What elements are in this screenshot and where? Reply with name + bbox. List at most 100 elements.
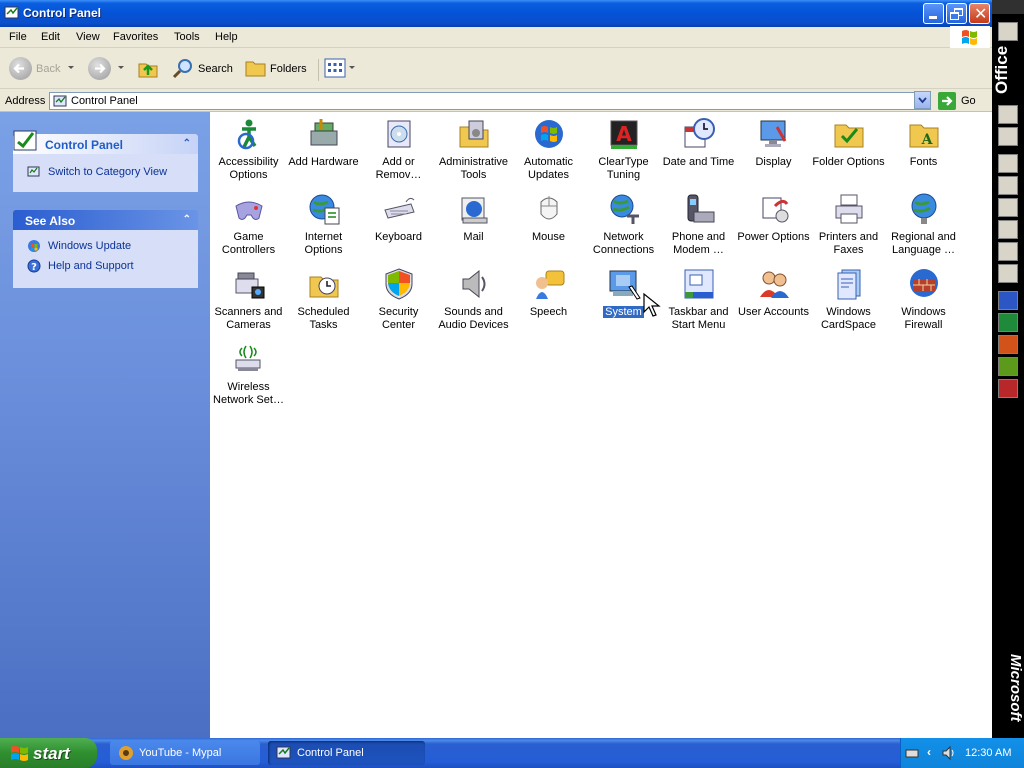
journal-icon[interactable] — [998, 242, 1018, 261]
calendar-icon[interactable] — [998, 176, 1018, 195]
views-icon[interactable] — [324, 58, 346, 78]
start-label: start — [33, 744, 70, 763]
cp-item-power[interactable]: Power Options — [736, 190, 811, 265]
cp-item-fonts[interactable]: A Fonts — [886, 115, 961, 190]
collapse-icon[interactable]: ⌃ — [183, 138, 191, 149]
windows-update-link[interactable]: Windows Update — [48, 240, 131, 252]
go-label[interactable]: Go — [961, 95, 976, 107]
cp-item-folder-options[interactable]: Folder Options — [811, 115, 886, 190]
cp-item-date-time[interactable]: Date and Time — [661, 115, 736, 190]
publisher-icon[interactable] — [998, 357, 1018, 376]
go-button[interactable] — [938, 92, 956, 110]
menu-file[interactable]: File — [9, 31, 27, 43]
office-folder-icon[interactable] — [998, 22, 1018, 41]
switch-to-category-view-link[interactable]: Switch to Category View — [48, 166, 167, 178]
cp-item-globe[interactable]: Regional and Language … — [886, 190, 961, 265]
search-icon[interactable] — [171, 56, 195, 80]
up-folder-icon[interactable] — [136, 56, 160, 80]
menu-view[interactable]: View — [76, 31, 100, 43]
cp-item-internet-options[interactable]: Internet Options — [286, 190, 361, 265]
task-control-panel[interactable]: Control Panel — [268, 741, 425, 765]
folders-button[interactable]: Folders — [270, 63, 307, 75]
minimize-button[interactable] — [923, 3, 944, 24]
forward-dropdown-icon[interactable] — [118, 66, 124, 69]
cp-item-taskbar[interactable]: Taskbar and Start Menu — [661, 265, 736, 340]
toolbar: Back Search Folders — [0, 49, 992, 89]
office-shortcut-bar: Office Microsoft — [992, 0, 1024, 738]
display-icon — [757, 117, 791, 151]
cp-item-cleartype[interactable]: A ClearType Tuning — [586, 115, 661, 190]
close-button[interactable]: ✕ — [969, 3, 990, 24]
cp-item-label: Taskbar and Start Menu — [668, 306, 729, 331]
wireless-icon — [232, 342, 266, 376]
cp-item-printer[interactable]: Printers and Faxes — [811, 190, 886, 265]
cp-item-administrative-tools[interactable]: Administrative Tools — [436, 115, 511, 190]
cp-item-wireless[interactable]: Wireless Network Set… — [211, 340, 286, 415]
network-icon — [607, 192, 641, 226]
control-panel-group-title: Control Panel — [45, 138, 124, 152]
cp-item-game-controller[interactable]: Game Controllers — [211, 190, 286, 265]
cp-item-label: Keyboard — [374, 231, 423, 243]
cp-item-add-hardware[interactable]: Add Hardware — [286, 115, 361, 190]
back-dropdown-icon[interactable] — [68, 66, 74, 69]
see-also-group-header[interactable]: See Also ⌃ — [13, 210, 198, 230]
mail-icon[interactable] — [998, 154, 1018, 173]
cp-item-automatic-updates[interactable]: Automatic Updates — [511, 115, 586, 190]
start-button[interactable]: start — [0, 738, 97, 768]
cp-item-speech[interactable]: Speech — [511, 265, 586, 340]
menu-tools[interactable]: Tools — [174, 31, 200, 43]
cp-item-keyboard[interactable]: Keyboard — [361, 190, 436, 265]
word-icon[interactable] — [998, 291, 1018, 310]
task-youtube-mypal[interactable]: YouTube - Mypal — [110, 741, 260, 765]
folder-options-icon — [832, 117, 866, 151]
cp-item-display[interactable]: Display — [736, 115, 811, 190]
forward-button[interactable] — [88, 57, 111, 80]
address-input[interactable]: Control Panel — [49, 92, 931, 110]
excel-icon[interactable] — [998, 313, 1018, 332]
access-icon[interactable] — [998, 379, 1018, 398]
volume-network-icon[interactable] — [941, 745, 959, 761]
cp-item-scanner[interactable]: Scanners and Cameras — [211, 265, 286, 340]
control-panel-group-header[interactable]: Control Panel ⌃ — [13, 130, 198, 154]
collapse-icon[interactable]: ⌃ — [183, 214, 191, 225]
show-hidden-icons-icon[interactable]: ‹ — [927, 745, 931, 759]
menu-favorites[interactable]: Favorites — [113, 31, 158, 43]
cp-item-mail[interactable]: Mail — [436, 190, 511, 265]
menu-edit[interactable]: Edit — [41, 31, 60, 43]
office-label: Office — [992, 45, 1011, 95]
cp-item-users[interactable]: User Accounts — [736, 265, 811, 340]
globe-icon — [907, 192, 941, 226]
back-button[interactable] — [9, 57, 32, 80]
help-and-support-link[interactable]: Help and Support — [48, 260, 134, 272]
search-button[interactable]: Search — [198, 63, 233, 75]
clock[interactable]: 12:30 AM — [965, 747, 1011, 759]
cp-item-mouse[interactable]: Mouse — [511, 190, 586, 265]
address-dropdown-button[interactable] — [914, 91, 931, 109]
cp-item-cardspace[interactable]: Windows CardSpace — [811, 265, 886, 340]
keyboard-tray-icon[interactable] — [905, 746, 919, 760]
powerpoint-icon[interactable] — [998, 335, 1018, 354]
cp-item-shield[interactable]: Security Center — [361, 265, 436, 340]
new-document-icon[interactable] — [998, 105, 1018, 124]
cp-item-speaker[interactable]: Sounds and Audio Devices — [436, 265, 511, 340]
window-title: Control Panel — [23, 6, 102, 20]
taskbar-icon — [682, 267, 716, 301]
menu-help[interactable]: Help — [215, 31, 238, 43]
cp-item-scheduled-tasks[interactable]: Scheduled Tasks — [286, 265, 361, 340]
cp-item-label: Accessibility Options — [218, 156, 279, 181]
chevron-down-icon — [918, 97, 927, 104]
cp-item-add-remove-programs[interactable]: Add or Remov… — [361, 115, 436, 190]
cp-item-firewall[interactable]: Windows Firewall — [886, 265, 961, 340]
note-icon[interactable] — [998, 264, 1018, 283]
views-dropdown-icon[interactable] — [349, 66, 355, 69]
folders-icon[interactable] — [244, 58, 268, 78]
restore-button[interactable] — [946, 3, 967, 24]
cp-item-phone-modem[interactable]: Phone and Modem … — [661, 190, 736, 265]
cp-item-accessibility[interactable]: Accessibility Options — [211, 115, 286, 190]
contact-icon[interactable] — [998, 220, 1018, 239]
open-document-icon[interactable] — [998, 127, 1018, 146]
cp-item-network[interactable]: Network Connections — [586, 190, 661, 265]
title-bar[interactable]: Control Panel ✕ — [0, 0, 992, 27]
task-icon[interactable] — [998, 198, 1018, 217]
task-pane: Control Panel ⌃ Switch to Category View … — [0, 112, 210, 738]
